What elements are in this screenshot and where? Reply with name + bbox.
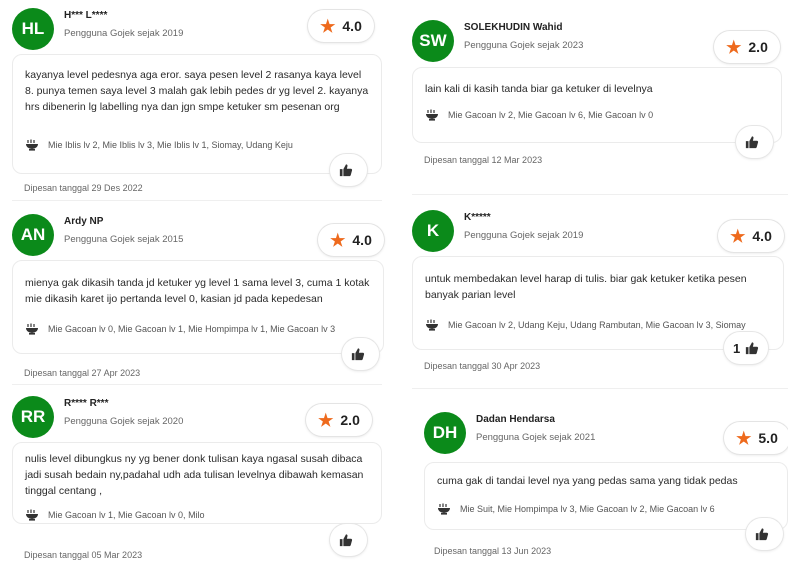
divider [412, 388, 788, 389]
ordered-items: Mie Gacoan lv 0, Mie Gacoan lv 1, Mie Ho… [25, 323, 373, 335]
bowl-icon [26, 139, 38, 151]
rating-badge: ★ 5.0 [724, 422, 788, 454]
review-text: mienya gak dikasih tanda jd ketuker yg l… [25, 277, 370, 305]
order-date: Dipesan tanggal 27 Apr 2023 [24, 368, 141, 378]
like-button[interactable] [746, 518, 783, 550]
avatar: SW [412, 20, 454, 62]
review-text: nulis level dibungkus ny yg bener donk t… [25, 453, 364, 497]
ordered-items-text: Mie Gacoan lv 2, Udang Keju, Udang Rambu… [448, 320, 746, 330]
star-icon: ★ [320, 16, 336, 36]
order-date: Dipesan tanggal 13 Jun 2023 [434, 546, 552, 556]
ordered-items-text: Mie Suit, Mie Hompimpa lv 3, Mie Gacoan … [460, 504, 715, 514]
avatar: K [412, 210, 454, 252]
ordered-items: Mie Suit, Mie Hompimpa lv 3, Mie Gacoan … [437, 503, 777, 515]
review-body: mienya gak dikasih tanda jd ketuker yg l… [12, 260, 384, 354]
member-since: Pengguna Gojek sejak 2023 [464, 40, 584, 51]
rating-value: 4.0 [752, 228, 772, 244]
review-body: lain kali di kasih tanda biar ga ketuker… [412, 67, 782, 143]
thumbs-up-icon [746, 342, 759, 355]
rating-value: 4.0 [352, 232, 372, 248]
ordered-items-text: Mie Gacoan lv 0, Mie Gacoan lv 1, Mie Ho… [48, 324, 336, 334]
ordered-items: Mie Gacoan lv 2, Mie Gacoan lv 6, Mie Ga… [425, 109, 771, 121]
bowl-icon [426, 109, 438, 121]
order-date: Dipesan tanggal 29 Des 2022 [24, 183, 143, 193]
like-button[interactable] [330, 524, 367, 556]
reviewer-name: R**** R*** [64, 398, 109, 409]
rating-badge: ★ 4.0 [308, 10, 374, 42]
star-icon: ★ [318, 410, 334, 430]
review-text: lain kali di kasih tanda biar ga ketuker… [425, 83, 653, 95]
rating-value: 2.0 [340, 412, 360, 428]
like-button[interactable] [330, 154, 367, 186]
ordered-items: Mie Gacoan lv 2, Udang Keju, Udang Rambu… [425, 319, 773, 331]
avatar: AN [12, 214, 54, 256]
review-text: kayanya level pedesnya aga eror. saya pe… [25, 69, 369, 113]
review-card: DH Dadan Hendarsa Pengguna Gojek sejak 2… [412, 412, 788, 563]
thumbs-up-icon [351, 348, 365, 361]
bowl-icon [438, 503, 450, 515]
rating-badge: ★ 4.0 [318, 224, 384, 256]
member-since: Pengguna Gojek sejak 2019 [464, 230, 584, 241]
reviewer-name: Dadan Hendarsa [476, 414, 555, 425]
rating-value: 2.0 [748, 39, 768, 55]
bowl-icon [26, 509, 38, 521]
reviewer-name: SOLEKHUDIN Wahid [464, 22, 563, 33]
rating-value: 5.0 [758, 430, 778, 446]
reviewer-name: K***** [464, 212, 491, 223]
member-since: Pengguna Gojek sejak 2015 [64, 234, 184, 245]
ordered-items: Mie Gacoan lv 1, Mie Gacoan lv 0, Milo [25, 509, 371, 521]
divider [12, 384, 382, 385]
member-since: Pengguna Gojek sejak 2020 [64, 416, 184, 427]
star-icon: ★ [736, 428, 752, 448]
review-body: kayanya level pedesnya aga eror. saya pe… [12, 54, 382, 174]
rating-value: 4.0 [342, 18, 362, 34]
thumbs-up-icon [339, 164, 353, 177]
rating-badge: ★ 4.0 [718, 220, 784, 252]
order-date: Dipesan tanggal 12 Mar 2023 [424, 155, 543, 165]
thumbs-up-icon [755, 528, 769, 541]
star-icon: ★ [726, 37, 742, 57]
review-card: SW SOLEKHUDIN Wahid Pengguna Gojek sejak… [412, 20, 788, 178]
like-button[interactable]: 1 [724, 332, 769, 364]
order-date: Dipesan tanggal 30 Apr 2023 [424, 361, 541, 371]
avatar: HL [12, 8, 54, 50]
review-card: K K***** Pengguna Gojek sejak 2019 ★ 4.0… [412, 210, 788, 378]
review-card: RR R**** R*** Pengguna Gojek sejak 2020 … [12, 396, 382, 563]
ordered-items: Mie Iblis lv 2, Mie Iblis lv 3, Mie Ibli… [25, 139, 371, 151]
review-text: cuma gak di tandai level nya yang pedas … [437, 475, 738, 487]
bowl-icon [426, 319, 438, 331]
review-card: AN Ardy NP Pengguna Gojek sejak 2015 ★ 4… [12, 214, 384, 384]
rating-badge: ★ 2.0 [714, 31, 780, 63]
thumbs-up-icon [339, 534, 353, 547]
bowl-icon [26, 323, 38, 335]
star-icon: ★ [730, 226, 746, 246]
member-since: Pengguna Gojek sejak 2019 [64, 28, 184, 39]
review-body: nulis level dibungkus ny yg bener donk t… [12, 442, 382, 524]
avatar: RR [12, 396, 54, 438]
order-date: Dipesan tanggal 05 Mar 2023 [24, 550, 143, 560]
ordered-items-text: Mie Gacoan lv 1, Mie Gacoan lv 0, Milo [48, 510, 205, 520]
review-text: untuk membedakan level harap di tulis. b… [425, 273, 747, 301]
like-button[interactable] [342, 338, 379, 370]
ordered-items-text: Mie Gacoan lv 2, Mie Gacoan lv 6, Mie Ga… [448, 110, 654, 120]
ordered-items-text: Mie Iblis lv 2, Mie Iblis lv 3, Mie Ibli… [48, 140, 293, 150]
thumbs-up-icon [745, 136, 759, 149]
rating-badge: ★ 2.0 [306, 404, 372, 436]
star-icon: ★ [330, 230, 346, 250]
avatar: DH [424, 412, 466, 454]
divider [12, 200, 382, 201]
reviewer-name: H*** L**** [64, 10, 108, 21]
review-card: HL H*** L**** Pengguna Gojek sejak 2019 … [12, 8, 382, 198]
divider [412, 194, 788, 195]
like-count: 1 [733, 340, 741, 356]
member-since: Pengguna Gojek sejak 2021 [476, 432, 596, 443]
reviewer-name: Ardy NP [64, 216, 104, 227]
like-button[interactable] [736, 126, 773, 158]
review-body: cuma gak di tandai level nya yang pedas … [424, 462, 788, 530]
